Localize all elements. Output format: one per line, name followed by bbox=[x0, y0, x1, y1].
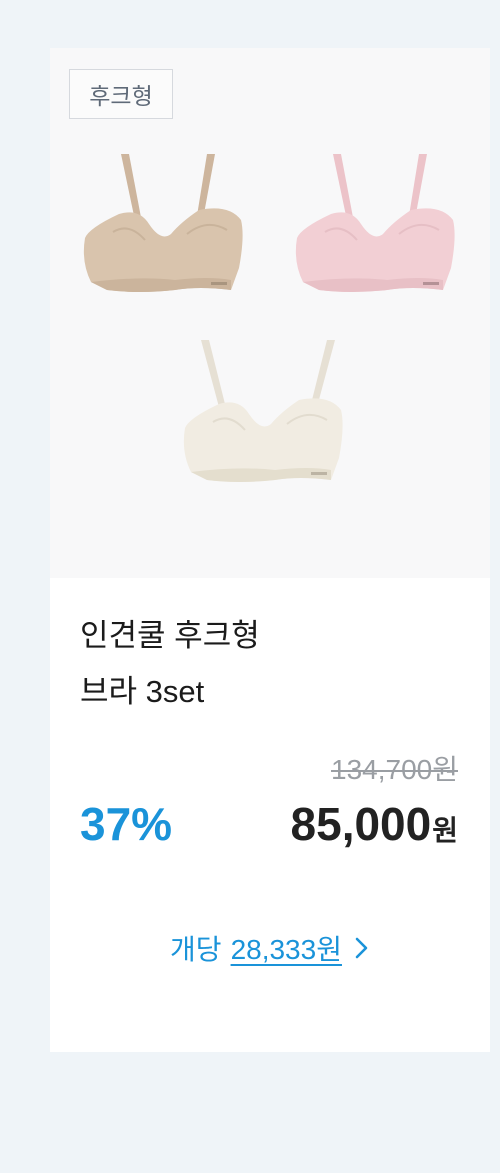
sale-price: 85,000 원 bbox=[291, 797, 458, 851]
product-image-area[interactable]: 후크형 bbox=[50, 48, 490, 578]
hook-type-tag: 후크형 bbox=[69, 69, 173, 119]
pink-bra-image bbox=[295, 154, 455, 292]
chevron-right-icon bbox=[355, 937, 368, 959]
product-title-line-2: 브라 3set bbox=[80, 674, 205, 709]
original-price: 134,700원 bbox=[331, 754, 458, 785]
product-title[interactable]: 인견쿨 후크형 브라 3set bbox=[80, 608, 380, 720]
sale-price-value: 85,000 bbox=[290, 798, 432, 850]
product-card[interactable]: 후크형 인견쿨 후크형 브라 3set 134,700원 37% 85,000 … bbox=[50, 48, 490, 1052]
ivory-bra-image bbox=[183, 340, 343, 482]
per-unit-label: 개당 bbox=[170, 934, 222, 965]
per-unit-price-link[interactable]: 개당 28,333원 bbox=[50, 928, 490, 968]
discount-rate: 37% bbox=[80, 798, 173, 850]
per-unit-price-value: 28,333원 bbox=[230, 934, 342, 965]
beige-bra-image bbox=[83, 154, 243, 292]
sale-price-unit: 원 bbox=[432, 815, 458, 846]
product-title-line-1: 인견쿨 후크형 bbox=[80, 618, 260, 653]
